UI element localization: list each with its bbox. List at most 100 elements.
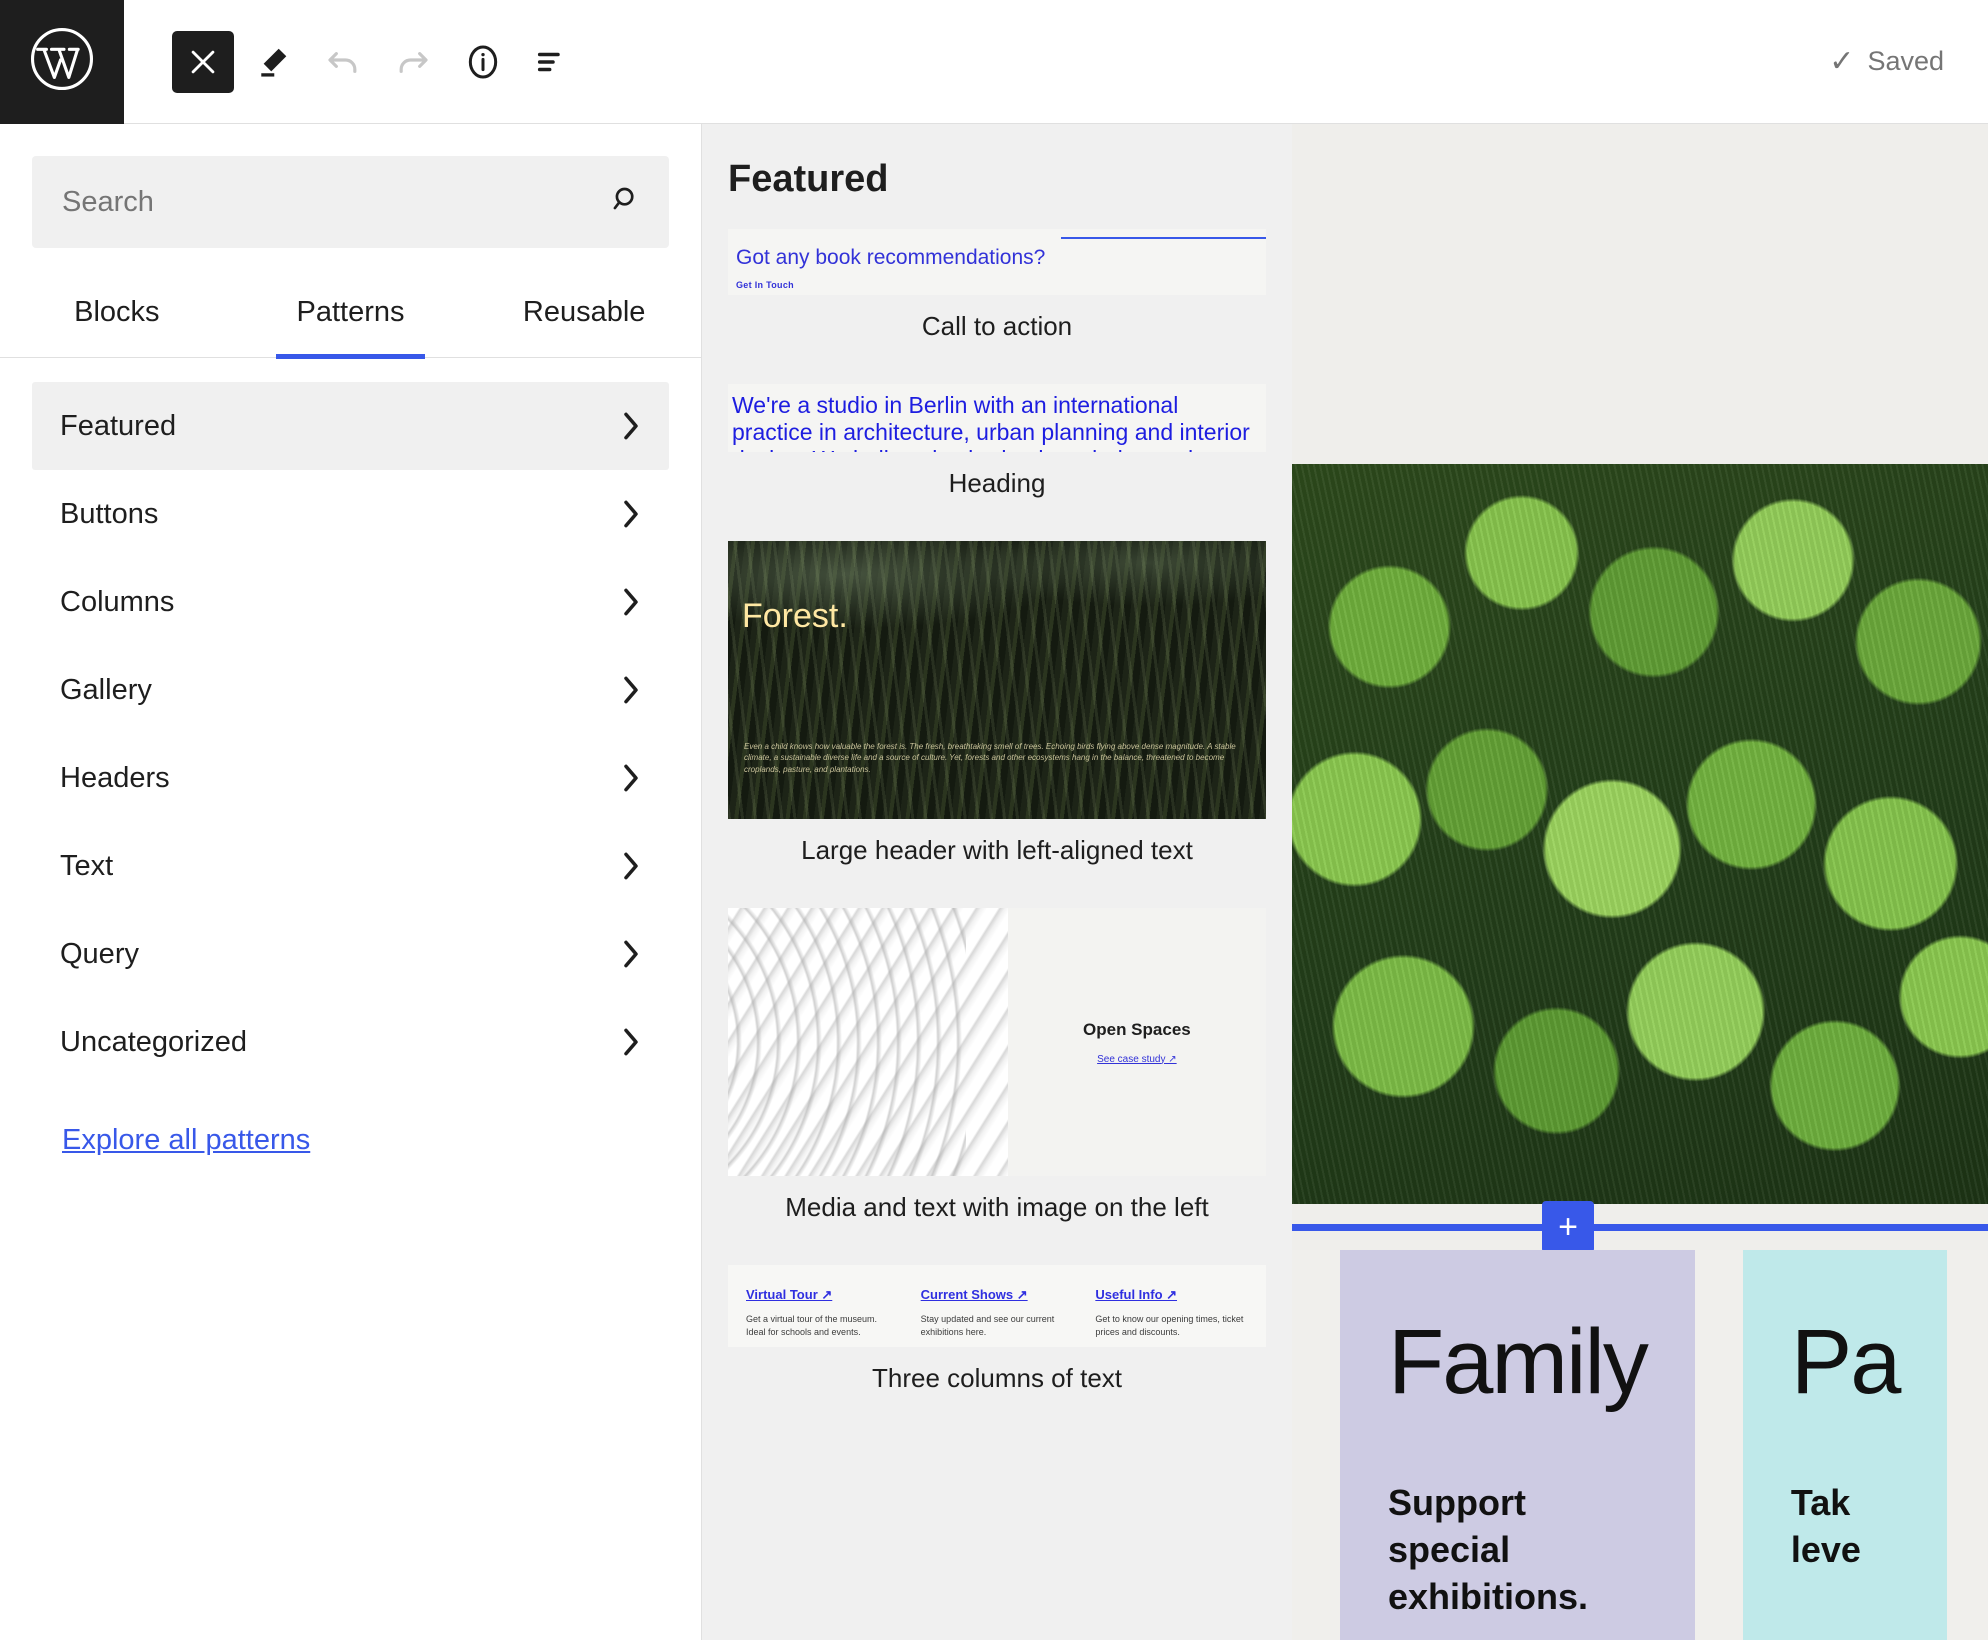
chevron-right-icon xyxy=(621,585,641,619)
pattern-card-three-columns[interactable]: Virtual Tour ↗ Get a virtual tour of the… xyxy=(728,1265,1266,1428)
pattern-caption: Three columns of text xyxy=(872,1363,1122,1393)
save-status-label: Saved xyxy=(1867,46,1944,76)
columns-block: Family Support special exhibitions. Pa T… xyxy=(1292,1250,1988,1640)
pattern-caption: Media and text with image on the left xyxy=(785,1192,1209,1222)
pencil-edit-icon xyxy=(254,43,292,81)
undo-button[interactable] xyxy=(312,31,374,93)
card-subtitle: Tak leve xyxy=(1790,1482,1861,1570)
search-box[interactable] xyxy=(32,156,669,248)
category-label: Featured xyxy=(60,409,177,442)
chevron-right-icon xyxy=(621,497,641,531)
card-title: Pa xyxy=(1790,1311,1902,1413)
pattern-card-heading[interactable]: We're a studio in Berlin with an interna… xyxy=(728,384,1266,533)
inserter-tabs: Blocks Patterns Reusable xyxy=(0,282,701,359)
editor-body: Blocks Patterns Reusable Featured Button… xyxy=(0,124,1988,1640)
category-label: Uncategorized xyxy=(60,1025,247,1058)
block-insertion-point: + xyxy=(1292,1201,1988,1253)
media-image xyxy=(728,908,1008,1176)
chevron-right-icon xyxy=(621,409,641,443)
card-title: Family xyxy=(1388,1311,1649,1413)
explore-all-patterns-link[interactable]: Explore all patterns xyxy=(62,1124,310,1157)
pattern-card-large-header[interactable]: Forest. Even a child knows how valuable … xyxy=(728,541,1266,900)
editor-top-bar: ✓ Saved xyxy=(0,0,1988,124)
divider-line xyxy=(1061,237,1266,239)
sidebar-item-gallery[interactable]: Gallery xyxy=(32,646,669,734)
tab-patterns[interactable]: Patterns xyxy=(234,282,468,359)
list-view-icon xyxy=(533,42,573,82)
pattern-caption: Call to action xyxy=(921,311,1073,341)
info-circle-icon xyxy=(463,42,503,82)
sidebar-item-uncategorized[interactable]: Uncategorized xyxy=(32,998,669,1086)
chevron-right-icon xyxy=(621,1025,641,1059)
pattern-category-list: Featured Buttons Columns Gallery Headers… xyxy=(0,358,701,1086)
column-title: Useful Info ↗ xyxy=(1095,1287,1178,1302)
wordpress-logo-button[interactable] xyxy=(0,0,124,124)
category-label: Text xyxy=(60,849,114,882)
block-inserter-sidebar: Blocks Patterns Reusable Featured Button… xyxy=(0,124,702,1640)
category-label: Buttons xyxy=(60,497,159,530)
redo-button[interactable] xyxy=(382,31,444,93)
hero-forest-image[interactable] xyxy=(1292,464,1988,1204)
edit-tool-button[interactable] xyxy=(242,31,304,93)
search-icon xyxy=(609,183,643,222)
pattern-preview-panel: Featured Got any book recommendations? G… xyxy=(702,124,1292,1640)
canvas-spacer xyxy=(1292,124,1988,464)
pattern-caption: Large header with left-aligned text xyxy=(801,835,1193,865)
column-title: Current Shows ↗ xyxy=(920,1287,1028,1302)
add-block-button[interactable]: + xyxy=(1542,1201,1594,1253)
pattern-thumbnail: Open Spaces See case study ↗ xyxy=(728,908,1266,1176)
chevron-right-icon xyxy=(621,849,641,883)
insertion-line xyxy=(1292,1223,1988,1231)
pattern-caption: Heading xyxy=(948,468,1046,498)
card-patron[interactable]: Pa Tak leve xyxy=(1742,1250,1948,1640)
pattern-thumbnail: Forest. Even a child knows how valuable … xyxy=(728,541,1266,819)
media-link: See case study ↗ xyxy=(1097,1053,1177,1065)
column-item: Current Shows ↗ Stay updated and see our… xyxy=(920,1287,1074,1337)
column-body: Stay updated and see our current exhibit… xyxy=(920,1314,1055,1338)
media-heading: Open Spaces xyxy=(1083,1019,1191,1039)
sidebar-item-text[interactable]: Text xyxy=(32,822,669,910)
column-item: Virtual Tour ↗ Get a virtual tour of the… xyxy=(746,1287,899,1337)
pattern-thumbnail: We're a studio in Berlin with an interna… xyxy=(728,384,1266,452)
media-text-column: Open Spaces See case study ↗ xyxy=(1008,908,1266,1176)
search-input[interactable] xyxy=(32,185,669,219)
close-x-icon xyxy=(186,45,220,79)
category-label: Headers xyxy=(60,761,170,794)
chevron-right-icon xyxy=(621,761,641,795)
search-section xyxy=(0,124,701,248)
chevron-right-icon xyxy=(621,673,641,707)
column-body: Get a virtual tour of the museum. Ideal … xyxy=(746,1314,878,1338)
pattern-thumbnail: Virtual Tour ↗ Get a virtual tour of the… xyxy=(728,1265,1266,1347)
card-family[interactable]: Family Support special exhibitions. xyxy=(1340,1250,1695,1640)
pattern-card-call-to-action[interactable]: Got any book recommendations? Get In Tou… xyxy=(728,229,1266,376)
cta-question: Got any book recommendations? xyxy=(736,246,1046,269)
column-item: Useful Info ↗ Get to know our opening ti… xyxy=(1095,1287,1248,1337)
sidebar-item-buttons[interactable]: Buttons xyxy=(32,470,669,558)
wordpress-logo-icon xyxy=(28,25,96,98)
save-status: ✓ Saved xyxy=(1829,46,1944,77)
pattern-thumbnail: Got any book recommendations? Get In Tou… xyxy=(728,229,1266,295)
category-label: Gallery xyxy=(60,673,152,706)
page-title: Featured xyxy=(728,158,889,200)
sidebar-item-headers[interactable]: Headers xyxy=(32,734,669,822)
check-icon: ✓ xyxy=(1829,44,1855,78)
forest-overlay-title: Forest. xyxy=(742,597,848,635)
column-title: Virtual Tour ↗ xyxy=(746,1287,833,1302)
heading-body-text: We're a studio in Berlin with an interna… xyxy=(732,392,1250,452)
undo-arrow-icon xyxy=(323,42,363,82)
tab-blocks[interactable]: Blocks xyxy=(0,282,234,357)
pattern-card-media-and-text[interactable]: Open Spaces See case study ↗ Media and t… xyxy=(728,908,1266,1257)
list-view-button[interactable] xyxy=(522,31,584,93)
editor-canvas[interactable]: + Family Support special exhibitions. Pa… xyxy=(1292,124,1988,1640)
sidebar-item-featured[interactable]: Featured xyxy=(32,382,669,470)
details-info-button[interactable] xyxy=(452,31,514,93)
column-body: Get to know our opening times, ticket pr… xyxy=(1095,1314,1244,1338)
sidebar-item-query[interactable]: Query xyxy=(32,910,669,998)
redo-arrow-icon xyxy=(393,42,433,82)
tab-reusable[interactable]: Reusable xyxy=(467,282,701,357)
chevron-right-icon xyxy=(621,937,641,971)
cta-button-label: Get In Touch xyxy=(736,280,794,290)
sidebar-item-columns[interactable]: Columns xyxy=(32,558,669,646)
category-label: Columns xyxy=(60,585,175,618)
close-inserter-button[interactable] xyxy=(172,30,234,93)
